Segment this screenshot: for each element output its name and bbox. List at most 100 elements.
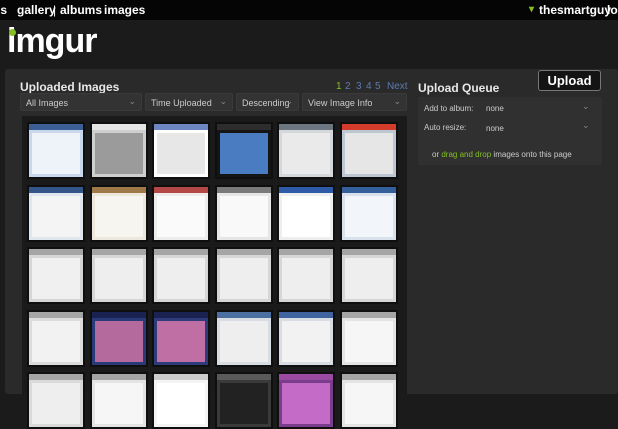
thumbnail-content xyxy=(282,321,330,362)
imgur-logo[interactable]: imgur xyxy=(7,22,97,61)
chevron-down-icon: ⌄ xyxy=(582,101,590,111)
image-thumbnail[interactable] xyxy=(27,122,85,179)
image-thumbnail[interactable] xyxy=(90,247,148,304)
image-thumbnail[interactable] xyxy=(152,372,210,429)
screenshot-icon xyxy=(92,374,146,380)
screenshot-icon xyxy=(279,249,333,255)
icon-grid-icon xyxy=(217,187,271,193)
thumbnail-content xyxy=(32,196,80,237)
image-thumbnail[interactable] xyxy=(215,310,273,367)
icon-grid-icon xyxy=(154,187,208,193)
user-dropdown-icon[interactable]: ▾ xyxy=(529,4,534,15)
nav-link-partial[interactable]: ls xyxy=(0,3,7,17)
page-1-link[interactable]: 1 xyxy=(336,81,342,92)
drop-rest: images onto this page xyxy=(493,150,572,159)
sort-order-dropdown[interactable]: Descending ⌄ xyxy=(236,93,299,111)
image-thumbnail[interactable] xyxy=(27,310,85,367)
username-link[interactable]: thesmartguy xyxy=(539,3,611,17)
image-thumbnail[interactable] xyxy=(340,122,398,179)
images-filter-dropdown[interactable]: All Images ⌄ xyxy=(20,93,142,111)
image-thumbnail[interactable] xyxy=(27,372,85,429)
thumbnail-content xyxy=(95,258,143,299)
view-mode-dropdown[interactable]: View Image Info ⌄ xyxy=(302,93,407,111)
angry-birds-icon-icon xyxy=(342,124,396,130)
thumbnail-content xyxy=(220,321,268,362)
image-thumbnail[interactable] xyxy=(90,185,148,242)
logo-text: imgur xyxy=(7,22,97,60)
screenshot-icon xyxy=(154,374,208,380)
page-3-link[interactable]: 3 xyxy=(356,81,362,92)
image-thumbnail[interactable] xyxy=(27,247,85,304)
nav-link-gallery[interactable]: gallery xyxy=(17,3,56,17)
image-thumbnail[interactable] xyxy=(215,247,273,304)
uploaded-images-title: Uploaded Images xyxy=(20,80,120,94)
thumbnail-content xyxy=(32,133,80,174)
thumbnail-content xyxy=(282,133,330,174)
image-thumbnail[interactable] xyxy=(27,185,85,242)
thumbnail-content xyxy=(220,383,268,424)
screenshot-window-icon xyxy=(279,124,333,130)
thumbnail-content xyxy=(220,258,268,299)
galaxy-wallpaper-icon xyxy=(154,312,208,318)
nav-link-albums[interactable]: albums xyxy=(60,3,102,17)
sort-field-value: Time Uploaded xyxy=(151,98,212,108)
image-thumbnail[interactable] xyxy=(215,122,273,179)
image-thumbnail[interactable] xyxy=(90,122,148,179)
image-thumbnail[interactable] xyxy=(152,310,210,367)
resize-select[interactable]: none xyxy=(486,124,504,133)
image-thumbnail[interactable] xyxy=(277,247,335,304)
screenshot-blue-icon xyxy=(29,124,83,130)
next-page-link[interactable]: Next xyxy=(387,81,408,92)
image-thumbnail[interactable] xyxy=(215,185,273,242)
image-thumbnail[interactable] xyxy=(152,185,210,242)
thumbnail-content xyxy=(157,383,205,424)
page-5-link[interactable]: 5 xyxy=(375,81,381,92)
image-thumbnail[interactable] xyxy=(90,310,148,367)
image-thumbnail[interactable] xyxy=(90,372,148,429)
image-thumbnail[interactable] xyxy=(277,310,335,367)
resize-label: Auto resize: xyxy=(424,123,467,132)
icon-grid-icon xyxy=(92,187,146,193)
thumbnail-content xyxy=(282,196,330,237)
screenshot-icon xyxy=(342,374,396,380)
thumbnail-content xyxy=(157,133,205,174)
meme-comic-icon xyxy=(92,124,146,130)
drag-and-drop-link[interactable]: drag and drop xyxy=(441,150,491,159)
thumbnail-content xyxy=(95,133,143,174)
image-thumbnail[interactable] xyxy=(340,185,398,242)
upload-button[interactable]: Upload xyxy=(538,70,601,91)
thumbnail-content xyxy=(220,196,268,237)
screenshot-icon xyxy=(342,249,396,255)
image-thumbnail[interactable] xyxy=(340,310,398,367)
galaxy-wallpaper-icon xyxy=(92,312,146,318)
thumbnail-content xyxy=(32,321,80,362)
thumbnail-content xyxy=(220,133,268,174)
page-2-link[interactable]: 2 xyxy=(345,81,351,92)
text-page-icon xyxy=(154,124,208,130)
screenshot-icon xyxy=(154,249,208,255)
image-thumbnail[interactable] xyxy=(152,247,210,304)
image-thumbnail[interactable] xyxy=(152,122,210,179)
thumbnail-content xyxy=(345,258,393,299)
chevron-down-icon: ⌄ xyxy=(128,96,136,106)
thumbnail-content xyxy=(282,383,330,424)
image-thumbnail[interactable] xyxy=(277,372,335,429)
page-4-link[interactable]: 4 xyxy=(366,81,372,92)
thumbnail-content xyxy=(345,383,393,424)
image-thumbnail[interactable] xyxy=(215,372,273,429)
app-list-icon xyxy=(279,187,333,193)
image-thumbnail[interactable] xyxy=(277,185,335,242)
image-thumbnail[interactable] xyxy=(340,247,398,304)
nav-link-images[interactable]: images xyxy=(104,3,145,17)
sort-field-dropdown[interactable]: Time Uploaded ⌄ xyxy=(145,93,233,111)
image-thumbnail[interactable] xyxy=(277,122,335,179)
logo-dot xyxy=(9,29,16,36)
album-select[interactable]: none xyxy=(486,104,504,113)
view-mode-value: View Image Info xyxy=(308,98,373,108)
thumbnail-content xyxy=(345,196,393,237)
thumbnail-content xyxy=(32,383,80,424)
chevron-down-icon: ⌄ xyxy=(393,96,401,106)
nav-link-logout[interactable]: log xyxy=(607,3,618,17)
image-thumbnail[interactable] xyxy=(340,372,398,429)
chevron-down-icon: ⌄ xyxy=(582,120,590,130)
